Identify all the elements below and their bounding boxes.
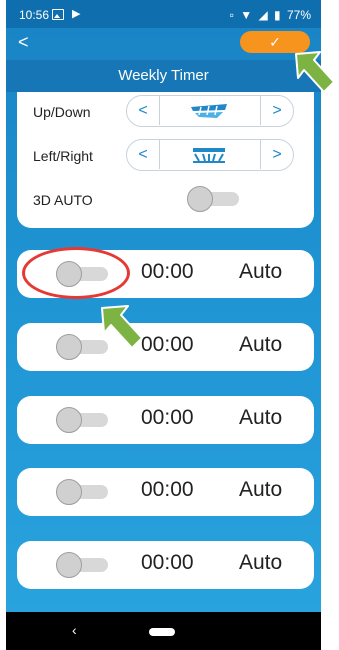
timer-2-mode[interactable]: Auto [239,333,282,357]
airflow-settings-card: Up/Down < > Left/Right < > 3D AUTO [17,92,314,228]
timer-row-5: 00:00 Auto [17,541,314,589]
check-icon: ✓ [269,34,281,50]
battery-percent: 77% [286,8,311,22]
timer-4-toggle[interactable] [56,479,108,505]
auto3d-toggle[interactable] [187,186,239,212]
status-right: ▫ ▼ ◢ ▮ 77% [227,8,311,22]
signal-icon: ◢ [258,8,268,22]
wifi-icon: ▼ [240,8,253,22]
status-time: 10:56 [19,8,50,22]
vibrate-icon: ▫ [229,8,234,22]
nav-back-button[interactable]: ‹ [72,622,77,638]
up-down-prev-button[interactable]: < [127,96,160,125]
battery-icon: ▮ [274,8,281,22]
up-down-next-button[interactable]: > [260,96,293,125]
play-icon: ▶ [72,8,81,20]
timer-3-toggle[interactable] [56,407,108,433]
timer-3-mode[interactable]: Auto [239,406,282,430]
pointer-arrow-icon [295,51,335,93]
vertical-louver-icon [191,104,227,118]
up-down-row: Up/Down < > [17,94,314,130]
nav-home-button[interactable] [149,628,175,636]
timer-5-mode[interactable]: Auto [239,551,282,575]
left-right-row: Left/Right < > [17,138,314,174]
timer-4-mode[interactable]: Auto [239,478,282,502]
horizontal-louver-icon [193,148,225,163]
image-icon [52,9,64,20]
timer-row-3: 00:00 Auto [17,396,314,444]
left-right-stepper: < > [126,139,294,171]
back-button[interactable]: < [18,32,29,53]
auto3d-row: 3D AUTO [17,182,314,218]
highlight-circle [22,247,130,299]
status-bar: 10:56 ▶ ▫ ▼ ◢ ▮ 77% [6,0,321,28]
toggle-knob [187,186,213,212]
app-screen: 10:56 ▶ ▫ ▼ ◢ ▮ 77% < ✓ Weekly Timer Up/… [6,0,321,650]
toggle-knob [56,407,82,433]
up-down-label: Up/Down [33,104,91,120]
timer-5-time[interactable]: 00:00 [141,551,194,575]
app-bar: < ✓ [6,28,321,58]
timer-5-toggle[interactable] [56,552,108,578]
pointer-arrow-icon [101,305,143,349]
timer-1-time[interactable]: 00:00 [141,260,194,284]
up-down-stepper: < > [126,95,294,127]
timer-2-time[interactable]: 00:00 [141,333,194,357]
left-right-prev-button[interactable]: < [127,140,160,169]
timer-4-time[interactable]: 00:00 [141,478,194,502]
left-right-next-button[interactable]: > [260,140,293,169]
toggle-knob [56,479,82,505]
page-title: Weekly Timer [6,60,321,92]
timer-3-time[interactable]: 00:00 [141,406,194,430]
toggle-knob [56,552,82,578]
timer-1-mode[interactable]: Auto [239,260,282,284]
auto3d-label: 3D AUTO [33,192,93,208]
timer-row-2: 00:00 Auto [17,323,314,371]
system-nav-bar: ‹ [6,612,321,650]
toggle-knob [56,334,82,360]
left-right-label: Left/Right [33,148,93,164]
timer-row-4: 00:00 Auto [17,468,314,516]
